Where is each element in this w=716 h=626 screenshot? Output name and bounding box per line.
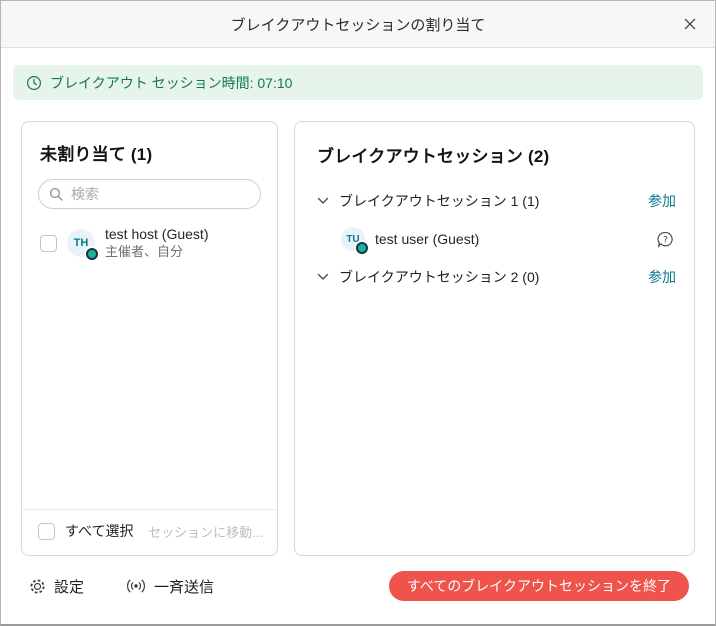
clock-icon [26,75,42,91]
join-session-1-button[interactable]: 参加 [648,191,676,211]
dialog-titlebar: ブレイクアウトセッションの割り当て [1,1,715,48]
participant-name: test host (Guest) [105,225,208,243]
search-icon [49,187,63,201]
dialog-footer: 設定 一斉送信 すべてのブレイクアウトセッションを終了 [1,556,715,601]
select-all-checkbox[interactable] [38,523,55,540]
session-participant-row[interactable]: TU test user (Guest) ? [311,219,678,259]
presence-badge-icon [86,248,98,260]
session-label: ブレイクアウトセッション 1 (1) [339,191,539,211]
unassigned-panel-footer: すべて選択 セッションに移動... [22,509,277,543]
join-session-2-button[interactable]: 参加 [648,267,676,287]
presence-badge-icon [356,242,368,254]
search-input[interactable] [38,179,261,209]
unassigned-participant-row[interactable]: TH test host (Guest) 主催者、自分 [38,225,261,261]
search-box [38,179,261,209]
svg-text:?: ? [663,235,668,245]
dialog-content: 未割り当て (1) TH test host (Guest) 主催者、自分 [1,100,715,556]
avatar: TH [67,229,95,257]
unassigned-panel: 未割り当て (1) TH test host (Guest) 主催者、自分 [21,121,278,556]
settings-label: 設定 [54,576,84,597]
dialog-title: ブレイクアウトセッションの割り当て [231,14,486,35]
close-icon [683,17,697,31]
session-row-2[interactable]: ブレイクアウトセッション 2 (0) 参加 [311,259,678,295]
participant-texts: test host (Guest) 主催者、自分 [105,225,208,261]
participant-subtitle: 主催者、自分 [105,243,208,261]
broadcast-button[interactable]: 一斉送信 [126,576,214,597]
chevron-down-icon[interactable] [317,197,329,205]
participant-checkbox[interactable] [40,235,57,252]
select-all-label: すべて選択 [65,521,133,541]
avatar: TU [341,227,365,251]
session-time-banner: ブレイクアウト セッション時間: 07:10 [13,65,703,100]
move-to-session-button[interactable]: セッションに移動... [148,522,263,541]
help-bubble-icon: ? [657,231,674,248]
ask-for-help-button[interactable]: ? [657,231,674,248]
end-all-sessions-button[interactable]: すべてのブレイクアウトセッションを終了 [389,571,689,601]
sessions-heading: ブレイクアウトセッション (2) [317,142,678,167]
session-label: ブレイクアウトセッション 2 (0) [339,267,539,287]
sessions-panel: ブレイクアウトセッション (2) ブレイクアウトセッション 1 (1) 参加 T… [294,121,695,556]
breakout-assignment-dialog: ブレイクアウトセッションの割り当て ブレイクアウト セッション時間: 07:10… [0,0,716,626]
session-row-1[interactable]: ブレイクアウトセッション 1 (1) 参加 [311,183,678,219]
chevron-down-icon[interactable] [317,273,329,281]
session-time-text: ブレイクアウト セッション時間: 07:10 [50,73,292,93]
unassigned-heading: 未割り当て (1) [40,140,261,165]
broadcast-label: 一斉送信 [154,576,214,597]
broadcast-icon [126,578,146,594]
close-button[interactable] [677,11,703,37]
avatar-initials: TH [74,237,89,249]
gear-icon [29,578,46,595]
settings-button[interactable]: 設定 [29,576,84,597]
participant-name: test user (Guest) [375,230,479,248]
